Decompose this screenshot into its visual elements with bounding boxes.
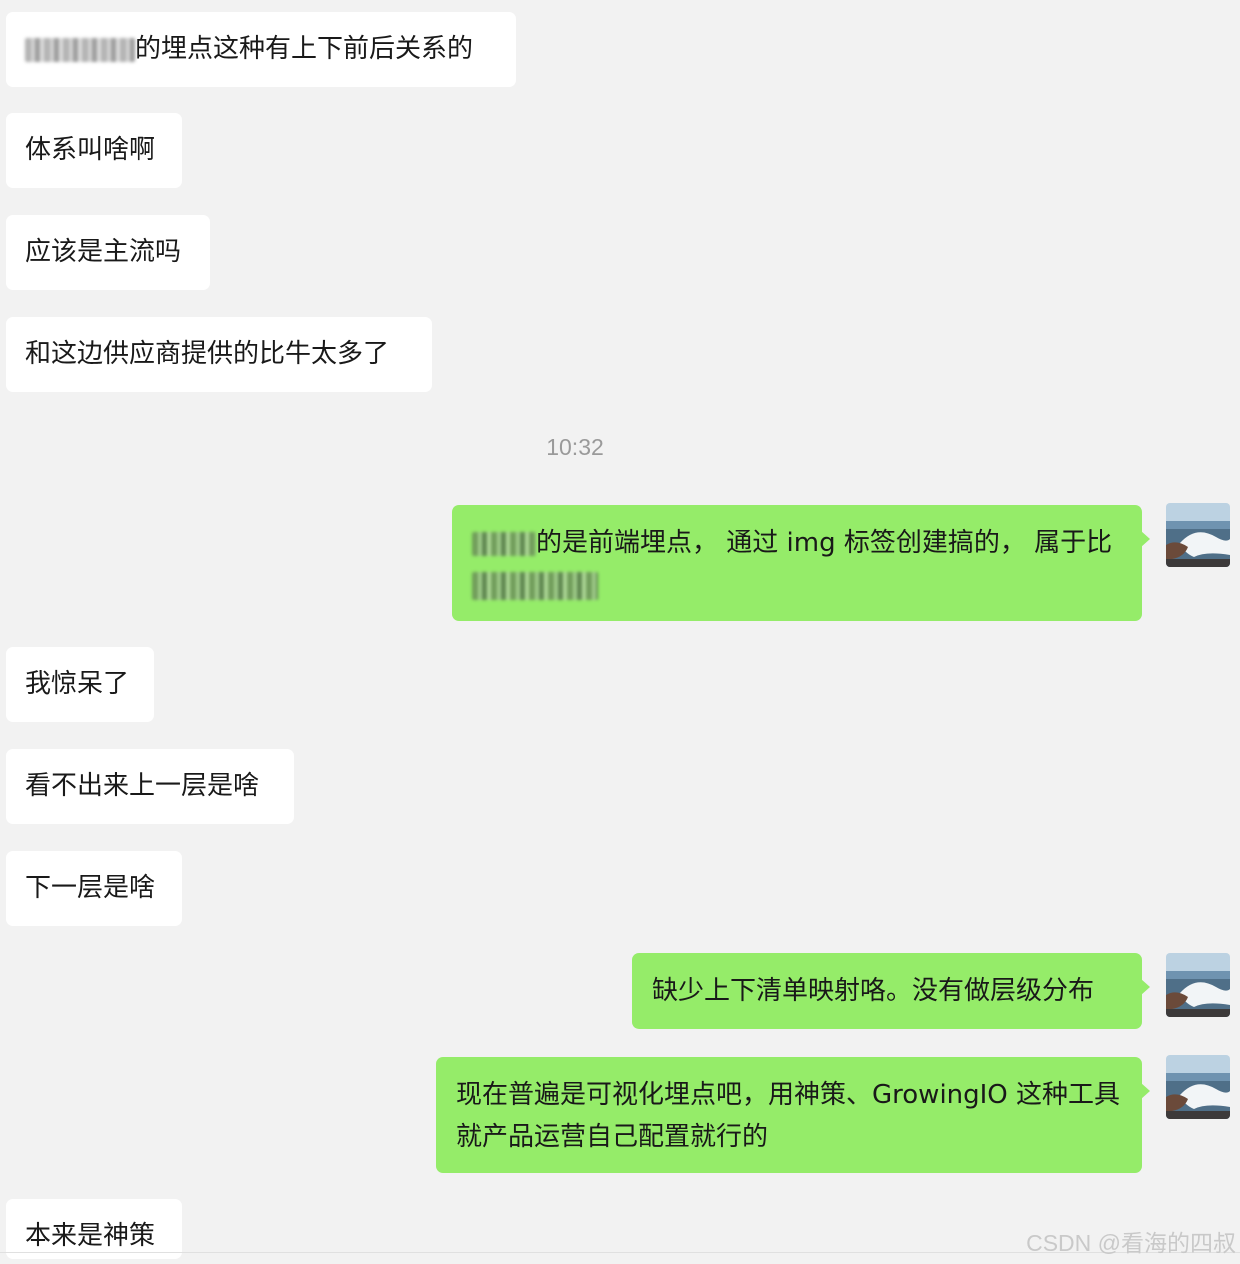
avatar[interactable] (1166, 953, 1230, 1017)
redacted-text-blur (472, 571, 598, 600)
message-text: 的是前端埋点， 通过 img 标签创建搞的， 属于比 (536, 528, 1113, 558)
redacted-name-blur (25, 37, 135, 62)
message-text: 应该是主流吗 (25, 237, 182, 267)
redacted-name-blur (472, 531, 536, 556)
watermark: CSDN @看海的四叔 (1026, 1230, 1236, 1256)
incoming-message-bubble[interactable]: 下一层是啥 (6, 851, 182, 926)
message-line (472, 564, 1122, 606)
seascape-avatar-icon (1166, 953, 1230, 1017)
outgoing-message-bubble[interactable]: 缺少上下清单映射咯。没有做层级分布 (632, 953, 1150, 1029)
outgoing-message-bubble[interactable]: 现在普遍是可视化埋点吧，用神策、GrowingIO 这种工具 就产品运营自己配置… (436, 1057, 1150, 1173)
message-text: 的埋点这种有上下前后关系的 (135, 34, 474, 64)
incoming-message-bubble[interactable]: 本来是神策 (6, 1199, 182, 1259)
message-text: 和这边供应商提供的比牛太多了 (25, 339, 390, 369)
outgoing-message-bubble[interactable]: 的是前端埋点， 通过 img 标签创建搞的， 属于比 (452, 505, 1150, 621)
message-text: 缺少上下清单映射咯。没有做层级分布 (652, 976, 1095, 1006)
message-text: 体系叫啥啊 (25, 135, 156, 165)
message-text: 看不出来上一层是啥 (25, 771, 260, 801)
avatar[interactable] (1166, 503, 1230, 567)
seascape-avatar-icon (1166, 503, 1230, 567)
avatar[interactable] (1166, 1055, 1230, 1119)
incoming-message-bubble[interactable]: 体系叫啥啊 (6, 113, 182, 188)
chat-window: 的埋点这种有上下前后关系的 体系叫啥啊 应该是主流吗 和这边供应商提供的比牛太多… (0, 0, 1240, 1264)
incoming-message-bubble[interactable]: 和这边供应商提供的比牛太多了 (6, 317, 432, 392)
incoming-message-bubble[interactable]: 看不出来上一层是啥 (6, 749, 294, 824)
incoming-message-bubble[interactable]: 我惊呆了 (6, 647, 154, 722)
incoming-message-bubble[interactable]: 的埋点这种有上下前后关系的 (6, 12, 516, 87)
chat-timestamp: 10:32 (546, 434, 604, 460)
message-text: 本来是神策 (25, 1221, 156, 1251)
message-text: 现在普遍是可视化埋点吧，用神策、GrowingIO 这种工具 就产品运营自己配置… (456, 1080, 1121, 1152)
message-text: 下一层是啥 (25, 873, 156, 903)
incoming-message-bubble[interactable]: 应该是主流吗 (6, 215, 210, 290)
seascape-avatar-icon (1166, 1055, 1230, 1119)
message-text: 我惊呆了 (25, 669, 130, 699)
message-line: 的是前端埋点， 通过 img 标签创建搞的， 属于比 (472, 522, 1122, 564)
